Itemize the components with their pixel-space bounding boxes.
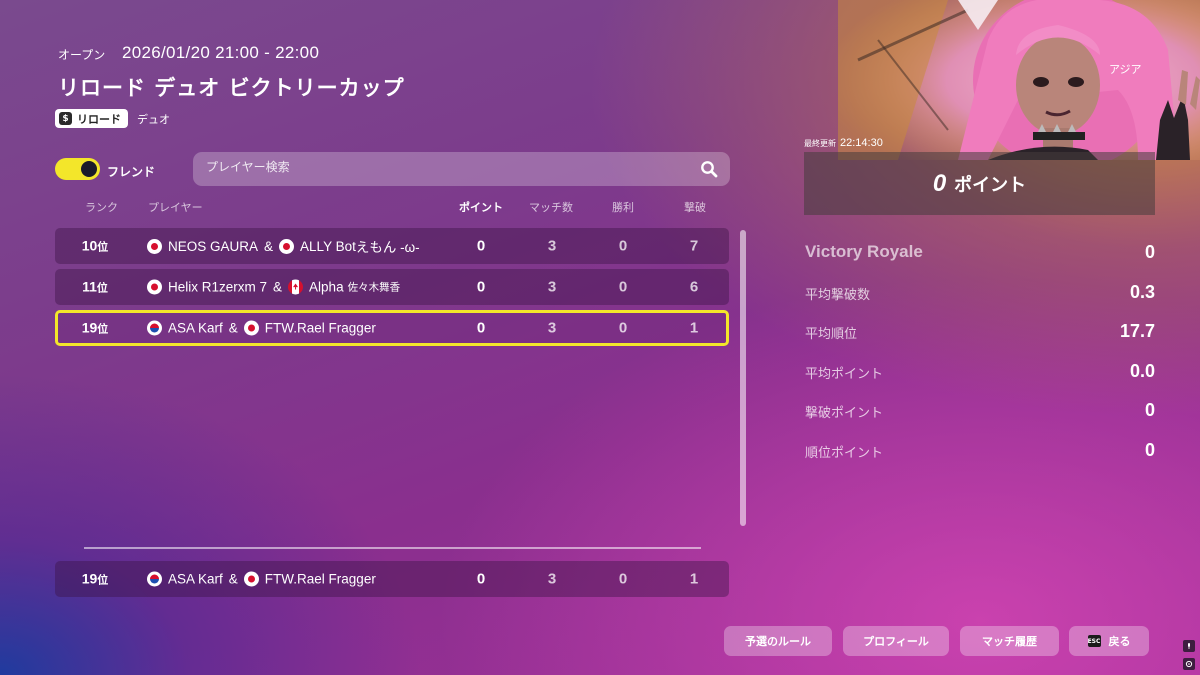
row-rank: 19位 [81,319,109,336]
row-eliminations: 6 [689,278,699,296]
stat-placement-points-value: 0 [1144,440,1155,460]
row-players: NEOS GAURA & ALLY Bot えもん -ω- [147,236,420,256]
stat-avg-points-value: 0.0 [1129,361,1155,381]
row-players: ASA Karf & FTW.Rael Fragger [147,571,376,587]
divider [84,547,701,549]
japan-flag-icon [147,279,162,295]
row-points: 0 [476,319,486,337]
leaderboard-row-selected[interactable]: 19位 ASA Karf & FTW.Rael Fragger 0 3 0 1 [55,310,729,346]
profile-button[interactable]: プロフィール [843,626,949,656]
toggle-knob [81,161,97,177]
search-input[interactable] [206,160,676,174]
row-matches: 3 [547,278,557,296]
col-player: プレイヤー [148,201,203,214]
col-rank: ランク [85,201,118,214]
row-rank: 11位 [82,278,108,295]
row-wins: 0 [618,570,628,588]
row-eliminations: 1 [689,570,699,588]
rules-button[interactable]: 予選のルール [724,626,832,656]
stat-victory-royale-value: 0 [1144,242,1155,262]
row-points: 0 [476,237,486,255]
mode-tag: $ リロード [55,109,128,128]
microphone-icon[interactable] [1183,640,1195,652]
korea-flag-icon [147,571,162,587]
back-button-label: 戻る [1108,635,1131,648]
stat-avg-elims-value: 0.3 [1129,282,1155,302]
row-rank: 10位 [81,237,109,254]
col-wins: 勝利 [612,201,634,214]
row-wins: 0 [618,278,628,296]
total-points-label: ポイント [954,174,1027,196]
match-history-button[interactable]: マッチ履歴 [960,626,1059,656]
row-players: Helix R1zerxm 7 & Alpha 佐々木舞香 [147,279,400,295]
leaderboard-row[interactable]: 11位 Helix R1zerxm 7 & Alpha 佐々木舞香 0 3 0 6 [55,269,729,305]
row-matches: 3 [547,237,557,255]
col-matches: マッチ数 [529,201,573,214]
esc-key-icon: ESC [1087,635,1101,647]
row-players: ASA Karf & FTW.Rael Fragger [147,320,376,336]
row-matches: 3 [547,570,557,588]
stat-avg-placement-value: 17.7 [1119,321,1155,341]
stat-victory-royale-label: Victory Royale [805,242,923,261]
my-team-row[interactable]: 19位 ASA Karf & FTW.Rael Fragger 0 3 0 1 [55,561,729,597]
row-points: 0 [476,278,486,296]
friends-toggle-label: フレンド [107,165,156,179]
mode-sub-label: デュオ [137,113,170,126]
row-points: 0 [476,570,486,588]
stat-placement-points-label: 順位ポイント [805,446,884,461]
region-label: アジア [1109,63,1142,76]
leaderboard-row[interactable]: 10位 NEOS GAURA & ALLY Bot えもん -ω- 0 3 0 7 [55,228,729,264]
row-eliminations: 1 [689,319,699,337]
row-wins: 0 [618,319,628,337]
stat-avg-elims-label: 平均撃破数 [805,288,871,303]
col-points: ポイント [459,201,503,214]
row-matches: 3 [547,319,557,337]
stat-elim-points-label: 撃破ポイント [805,406,884,421]
friends-toggle[interactable] [55,158,100,180]
row-wins: 0 [618,237,628,255]
col-eliminations: 撃破 [684,201,706,214]
total-points-card: 0 ポイント [804,152,1155,215]
money-bag-icon: $ [59,112,72,125]
row-rank: 19位 [81,570,109,587]
japan-flag-icon [243,320,259,336]
korea-flag-icon [147,320,162,336]
stat-avg-placement-label: 平均順位 [805,327,858,342]
total-points-value: 0 [932,169,947,197]
stat-avg-points-label: 平均ポイント [805,367,884,382]
leaderboard-scrollbar[interactable] [740,230,746,526]
last-updated: 最終更新 22:14:30 [804,137,883,149]
tournament-status: オープン [58,48,106,62]
stat-elim-points-value: 0 [1144,400,1155,420]
settings-icon[interactable] [1183,658,1195,670]
japan-flag-icon [279,238,295,254]
character-portrait [838,0,1200,160]
canada-flag-icon [288,279,304,295]
page-title: リロード デュオ ビクトリーカップ [58,76,405,100]
row-eliminations: 7 [689,237,699,255]
mode-tag-label: リロード [77,112,121,126]
search-icon[interactable] [700,160,718,178]
tournament-datetime: 2026/01/20 21:00 - 22:00 [122,43,320,62]
player-search[interactable] [193,152,730,186]
japan-flag-icon [243,571,259,587]
japan-flag-icon [147,238,162,254]
back-button[interactable]: ESC 戻る [1069,626,1149,656]
